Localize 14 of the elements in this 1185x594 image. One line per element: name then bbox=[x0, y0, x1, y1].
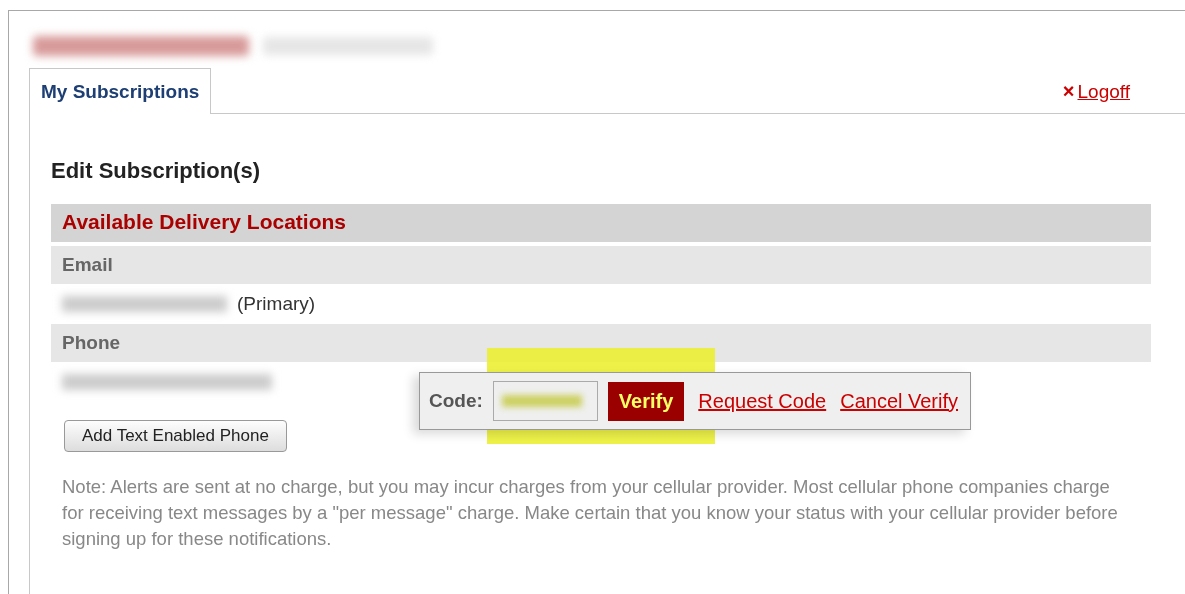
tab[interactable]: My Subscriptions bbox=[29, 68, 212, 114]
verify-button[interactable]: Verify bbox=[607, 381, 685, 421]
link[interactable]: Request Code bbox=[698, 389, 827, 413]
logoff-link[interactable]: Logoff bbox=[1077, 80, 1130, 103]
note-text: Note: Alerts are sent at no charge, but you may incur charges from your cellular provider. Most cellular phone companies charge for receiving text messages by a "per message" charge. Make certain that you know your status with your cellular provider before signing up for these notifications. bbox=[62, 475, 1119, 551]
table-section-header: Phone bbox=[51, 324, 1151, 362]
primary-label: (Primary) bbox=[237, 293, 316, 315]
link[interactable]: Cancel Verify bbox=[840, 389, 959, 413]
code-field[interactable] bbox=[492, 381, 598, 421]
table-section-header: Email bbox=[51, 246, 1151, 284]
section-heading: Edit Subscription(s) bbox=[51, 158, 261, 184]
close-icon: × bbox=[1062, 80, 1075, 103]
add-phone-button[interactable]: Add Text Enabled Phone bbox=[64, 420, 287, 452]
code-label: Code: bbox=[429, 390, 483, 412]
